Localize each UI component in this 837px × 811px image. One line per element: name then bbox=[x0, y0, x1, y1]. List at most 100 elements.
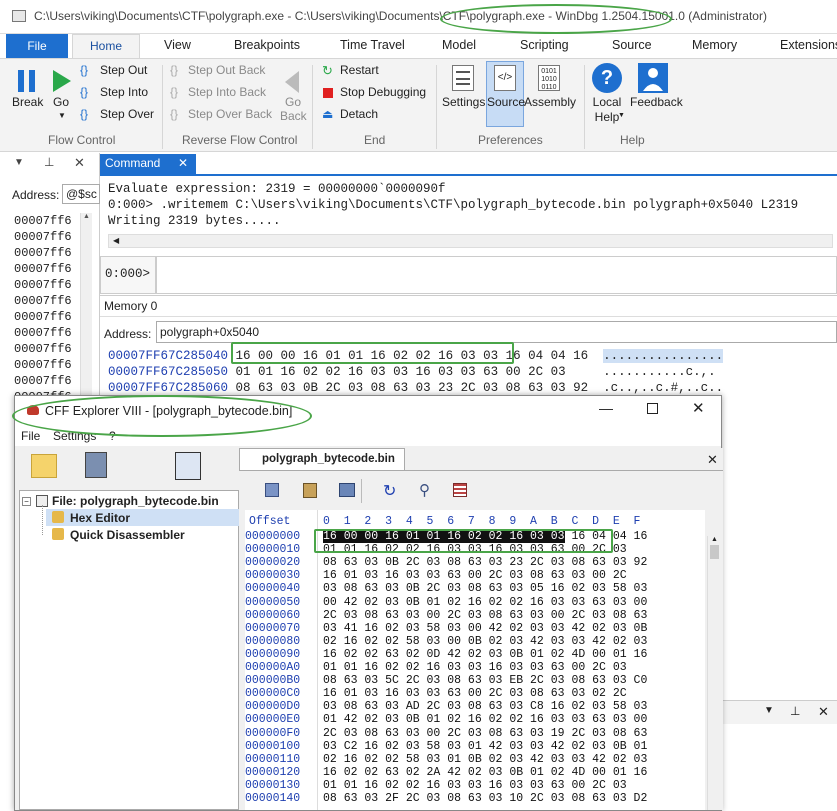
group-help: Help bbox=[620, 133, 645, 147]
scroll-thumb[interactable] bbox=[710, 545, 719, 559]
tab-extensions[interactable]: Extensions bbox=[780, 38, 837, 52]
restart-button[interactable]: Restart bbox=[340, 63, 379, 77]
close-icon[interactable]: ✕ bbox=[178, 156, 188, 170]
disasm-scrollbar[interactable]: ▲ bbox=[80, 213, 92, 408]
windbg-title-bar: C:\Users\viking\Documents\CTF\polygraph.… bbox=[0, 0, 837, 34]
source-icon: </> bbox=[494, 65, 516, 91]
step-out-back-button[interactable]: Step Out Back bbox=[188, 63, 265, 77]
hex-scrollbar[interactable]: ▲ bbox=[707, 536, 721, 810]
close-icon[interactable]: ✕ bbox=[818, 704, 829, 720]
address-input[interactable]: @$sc bbox=[62, 184, 100, 204]
hex-view[interactable]: Offset 0 1 2 3 4 5 6 7 8 9 A B C D E F 00… bbox=[245, 510, 705, 810]
hex-options-icon[interactable] bbox=[453, 483, 467, 497]
pin-icon[interactable]: ⊥ bbox=[790, 704, 800, 718]
local-help-button[interactable]: Local Help bbox=[592, 95, 622, 125]
hex-row-bytes: 01 01 16 02 02 16 03 03 16 03 03 63 00 2… bbox=[323, 661, 627, 674]
scroll-up-icon[interactable]: ▲ bbox=[81, 213, 92, 220]
assembly-button[interactable]: Assembly bbox=[524, 95, 576, 109]
pause-icon bbox=[18, 70, 35, 92]
tree-root-label[interactable]: File: polygraph_bytecode.bin bbox=[52, 494, 219, 508]
paste-icon[interactable] bbox=[303, 483, 317, 498]
tab-time-travel[interactable]: Time Travel bbox=[340, 38, 405, 52]
command-prompt-box: 0:000> bbox=[100, 256, 156, 294]
goto-icon[interactable]: ↻ bbox=[383, 481, 396, 501]
tab-view[interactable]: View bbox=[164, 38, 191, 52]
go-button[interactable] bbox=[50, 67, 74, 97]
step-over-button[interactable]: Step Over bbox=[100, 107, 154, 121]
minimize-icon[interactable]: — bbox=[599, 400, 613, 416]
disassembly-panel: ▼ ⊥ ✕ Address: @$sc 00007ff6 00007ff6 00… bbox=[0, 153, 100, 408]
stop-debugging-button[interactable]: Stop Debugging bbox=[340, 85, 426, 99]
memory-row-bytes: 08 63 03 0B 2C 03 08 63 03 23 2C 03 08 6… bbox=[235, 381, 589, 395]
go-back-button[interactable] bbox=[282, 69, 302, 98]
disasm-line[interactable]: 00007ff6 bbox=[14, 230, 72, 244]
disasm-line[interactable]: 00007ff6 bbox=[14, 358, 72, 372]
tree-collapse-icon[interactable]: − bbox=[22, 497, 31, 506]
close-icon[interactable]: ✕ bbox=[692, 399, 705, 417]
tab-file[interactable]: File bbox=[6, 34, 68, 58]
windows-icon[interactable] bbox=[175, 452, 201, 480]
memory-row[interactable]: 00007FF67C285060 08 63 03 0B 2C 03 08 63… bbox=[108, 381, 723, 395]
background-panel-header: ▼ ⊥ ✕ bbox=[722, 700, 837, 724]
disasm-line[interactable]: 00007ff6 bbox=[14, 294, 72, 308]
tab-scripting[interactable]: Scripting bbox=[520, 38, 569, 52]
command-input[interactable] bbox=[156, 256, 837, 294]
search-icon[interactable]: ⚲ bbox=[419, 481, 430, 499]
close-icon[interactable]: ✕ bbox=[707, 452, 718, 468]
open-folder-icon[interactable] bbox=[31, 454, 57, 478]
disasm-line[interactable]: 00007ff6 bbox=[14, 278, 72, 292]
document-tab[interactable]: polygraph_bytecode.bin bbox=[239, 448, 405, 470]
tab-home[interactable]: Home bbox=[72, 34, 140, 58]
step-into-back-button[interactable]: Step Into Back bbox=[188, 85, 266, 99]
panel-dropdown-icon[interactable]: ▼ bbox=[14, 157, 24, 168]
hex-row-bytes: 08 63 03 2F 2C 03 08 63 03 10 2C 03 08 6… bbox=[323, 792, 648, 805]
break-label: Break bbox=[12, 95, 44, 109]
memory-row[interactable]: 00007FF67C285050 01 01 16 02 02 16 03 03… bbox=[108, 365, 716, 379]
maximize-icon[interactable] bbox=[647, 403, 658, 414]
menu-file[interactable]: File bbox=[21, 429, 40, 443]
go-dropdown-icon[interactable]: ▼ bbox=[58, 111, 66, 120]
feedback-button[interactable]: Feedback bbox=[630, 95, 683, 109]
hex-row-offset: 00000050 bbox=[245, 595, 301, 609]
tab-memory[interactable]: Memory bbox=[692, 38, 737, 52]
settings-button[interactable]: Settings bbox=[442, 95, 485, 109]
command-tab[interactable]: Command ✕ bbox=[100, 154, 196, 174]
hex-row-offset: 000000D0 bbox=[245, 700, 301, 714]
scroll-up-icon[interactable]: ▲ bbox=[708, 536, 721, 543]
disasm-line[interactable]: 00007ff6 bbox=[14, 262, 72, 276]
disasm-line[interactable]: 00007ff6 bbox=[14, 246, 72, 260]
feedback-icon bbox=[638, 63, 668, 93]
cff-document-pane: polygraph_bytecode.bin ✕ ↻ ⚲ Offset 0 1 2… bbox=[239, 448, 723, 810]
step-into-button[interactable]: Step Into bbox=[100, 85, 148, 99]
tree-item-quick-disassembler[interactable]: Quick Disassembler bbox=[70, 528, 185, 542]
disasm-line[interactable]: 00007ff6 bbox=[14, 342, 72, 356]
close-icon[interactable]: ✕ bbox=[74, 155, 85, 171]
step-out-button[interactable]: Step Out bbox=[100, 63, 147, 77]
disasm-line[interactable]: 00007ff6 bbox=[14, 214, 72, 228]
tab-model[interactable]: Model bbox=[442, 38, 476, 52]
command-hscrollbar[interactable]: ◀ bbox=[108, 234, 833, 248]
panel-dropdown-icon[interactable]: ▼ bbox=[764, 705, 774, 716]
assembly-icon: 0101 1010 0110 bbox=[538, 65, 560, 91]
scroll-left-icon[interactable]: ◀ bbox=[113, 236, 119, 246]
local-help-dropdown-icon[interactable]: ▼ bbox=[618, 112, 625, 119]
tab-source[interactable]: Source bbox=[612, 38, 652, 52]
disasm-line[interactable]: 00007ff6 bbox=[14, 374, 72, 388]
hex-row-offset: 00000140 bbox=[245, 792, 301, 805]
copy-icon[interactable] bbox=[265, 483, 279, 497]
select-block-icon[interactable] bbox=[339, 483, 355, 497]
tree-connector bbox=[42, 505, 43, 535]
tab-breakpoints[interactable]: Breakpoints bbox=[234, 38, 300, 52]
save-icon[interactable] bbox=[85, 452, 107, 478]
detach-icon: ⏏ bbox=[322, 107, 334, 121]
address-label: Address: bbox=[12, 188, 60, 202]
hex-row-offset: 000000C0 bbox=[245, 687, 301, 701]
disasm-line[interactable]: 00007ff6 bbox=[14, 326, 72, 340]
disasm-line[interactable]: 00007ff6 bbox=[14, 310, 72, 324]
step-over-back-button[interactable]: Step Over Back bbox=[188, 107, 272, 121]
break-button[interactable] bbox=[14, 67, 40, 97]
go-label: Go bbox=[53, 95, 70, 109]
pin-icon[interactable]: ⊥ bbox=[44, 155, 54, 169]
memory-address-input[interactable]: polygraph+0x5040 bbox=[156, 321, 837, 343]
detach-button[interactable]: Detach bbox=[340, 107, 378, 121]
